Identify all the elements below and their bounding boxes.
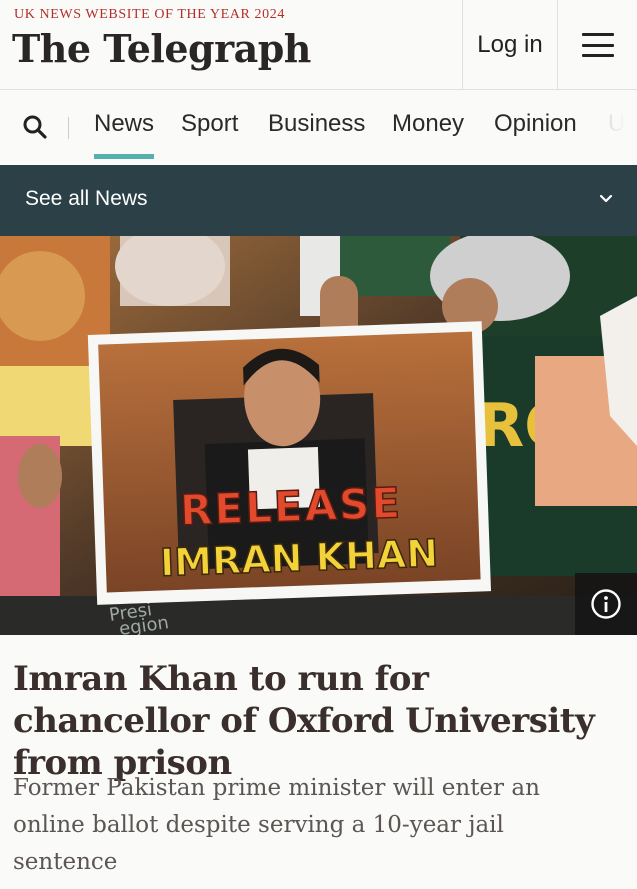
nav-fade xyxy=(587,90,637,165)
poster-text-release: RELEASE xyxy=(178,477,403,535)
site-logo[interactable]: The Telegraph xyxy=(12,26,311,71)
login-button[interactable]: Log in xyxy=(462,0,558,90)
nav-item-opinion[interactable]: Opinion xyxy=(494,110,577,138)
primary-nav: News Sport Business Money Opinion U xyxy=(0,90,637,165)
article-headline[interactable]: Imran Khan to run for chancellor of Oxfo… xyxy=(13,658,623,784)
nav-item-money[interactable]: Money xyxy=(392,110,464,138)
article-standfirst: Former Pakistan prime minister will ente… xyxy=(13,775,540,875)
info-icon xyxy=(591,589,621,619)
chevron-down-icon xyxy=(599,194,613,203)
hamburger-icon xyxy=(581,33,614,57)
see-all-label: See all News xyxy=(25,187,148,210)
menu-button[interactable] xyxy=(558,0,637,90)
image-info-button[interactable] xyxy=(575,573,637,635)
nav-divider xyxy=(68,117,69,139)
nav-item-sport[interactable]: Sport xyxy=(181,110,238,138)
masthead: UK NEWS WEBSITE OF THE YEAR 2024 The Tel… xyxy=(0,0,637,90)
award-banner: UK NEWS WEBSITE OF THE YEAR 2024 xyxy=(14,7,285,22)
nav-item-business[interactable]: Business xyxy=(268,110,365,138)
nav-item-news[interactable]: News xyxy=(94,110,155,159)
search-icon[interactable] xyxy=(22,114,48,140)
see-all-news-dropdown[interactable]: See all News xyxy=(0,165,637,236)
hero-image[interactable]: RO Presi egion RELEASE IMRAN KHAN xyxy=(0,236,637,635)
